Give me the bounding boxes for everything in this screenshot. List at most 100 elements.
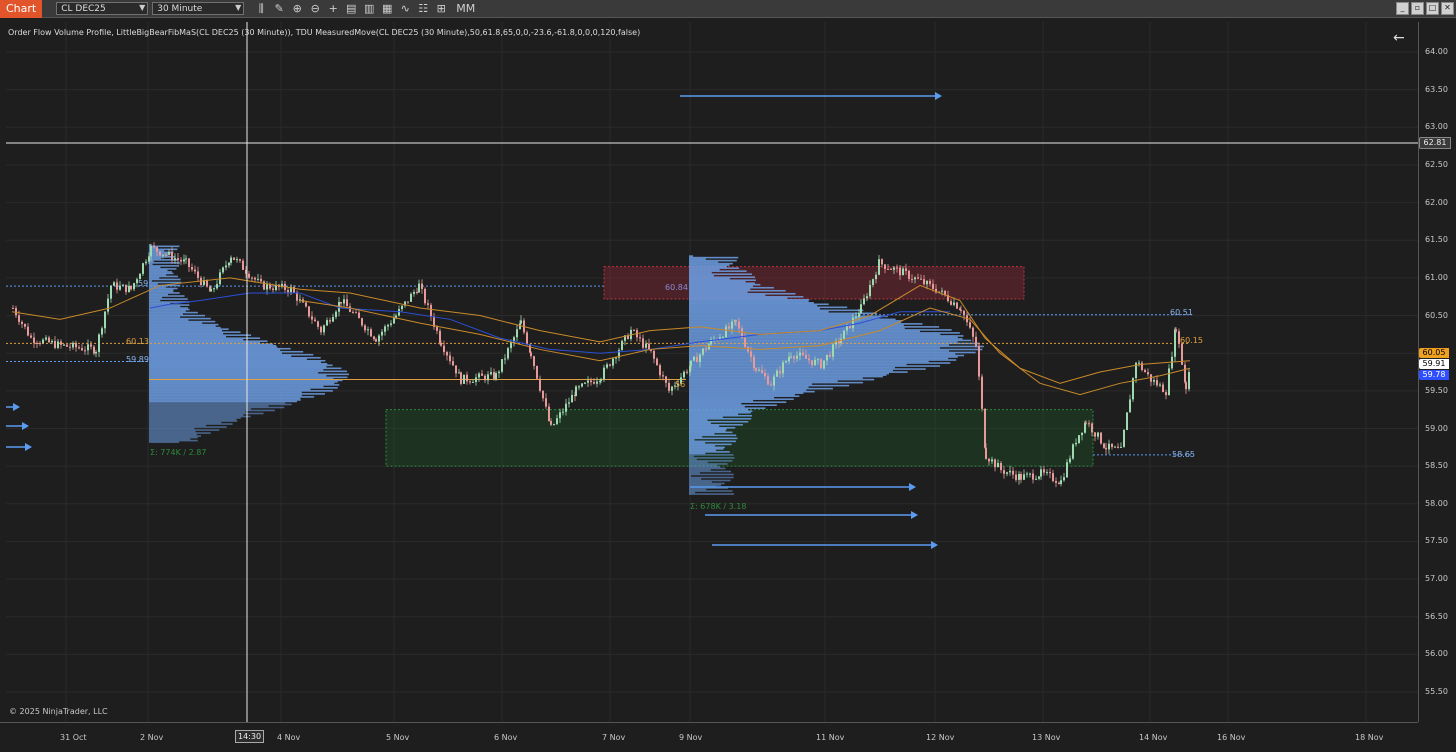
candle-body (42, 339, 44, 344)
candle-body (30, 335, 32, 338)
candle-body (1120, 446, 1122, 448)
candle-body (550, 420, 552, 425)
price-chart-panel[interactable] (6, 22, 1418, 722)
candle-body (519, 323, 521, 330)
candle-body (770, 384, 772, 386)
restore-button[interactable]: ▫ (1411, 2, 1424, 15)
candle-body (823, 360, 825, 369)
candle-body (63, 344, 65, 346)
candle-body (1168, 368, 1170, 396)
templates-icon[interactable]: ▥ (360, 2, 378, 15)
candle-body (346, 299, 348, 307)
level-label-59-89: 59.89 (126, 355, 149, 364)
candle-body (659, 365, 661, 376)
candle-body (633, 329, 635, 331)
arrow-left-icon[interactable]: ← (1393, 30, 1405, 46)
chevron-down-icon: ▼ (139, 3, 146, 12)
chart-canvas[interactable] (6, 22, 1418, 722)
candle-body (908, 270, 910, 279)
indicators-icon[interactable]: ∿ (396, 2, 414, 15)
candle-body (890, 268, 892, 270)
candle-body (562, 411, 564, 413)
candle-body (416, 292, 418, 294)
candle-body (1165, 392, 1167, 396)
candle-body (228, 262, 230, 266)
candle-body (1078, 435, 1080, 443)
candle-body (750, 351, 752, 357)
price-tick-label: 62.50 (1425, 159, 1448, 169)
time-tick-label: 2 Nov (140, 733, 164, 742)
candle-body (180, 259, 182, 262)
properties-icon[interactable]: ☷ (414, 2, 432, 15)
mm-label[interactable]: MM (456, 2, 475, 15)
candle-body (148, 256, 150, 262)
time-axis[interactable]: 31 Oct 2 Nov 4 Nov 5 Nov 6 Nov 7 Nov 9 Nov 11 N… (0, 722, 1418, 752)
candle-body (1066, 462, 1068, 478)
candle-body (683, 371, 685, 378)
candle-body (705, 348, 707, 350)
crosshair-time-tag: 14:30 (235, 730, 265, 743)
candle-body (878, 259, 880, 275)
price-tick-label: 57.00 (1425, 574, 1448, 584)
candle-body (725, 326, 727, 338)
candle-body (87, 344, 89, 351)
candle-body (72, 342, 74, 348)
price-tag: 59.78 (1419, 370, 1449, 380)
candle-body (621, 340, 623, 350)
candle-body (1023, 474, 1025, 480)
candle-body (796, 355, 798, 359)
minimize-button[interactable]: _ (1396, 2, 1409, 15)
candle-body (370, 329, 372, 337)
zoom-out-icon[interactable]: ⊖ (306, 2, 324, 15)
maximize-button[interactable]: □ (1426, 2, 1439, 15)
projection-arrow-2-head (909, 483, 916, 491)
candle-body (90, 344, 92, 347)
candle-body (455, 365, 457, 374)
instrument-selector[interactable]: CL DEC25 ▼ (56, 2, 149, 15)
candle-body (542, 390, 544, 399)
candle-body (753, 356, 755, 369)
candle-body (539, 378, 541, 391)
candle-body (510, 342, 512, 349)
candle-body (860, 304, 862, 314)
chart-trader-icon[interactable]: ⊞ (432, 2, 450, 15)
candle-body (1072, 444, 1074, 459)
candle-body (340, 301, 342, 304)
candle-body (722, 337, 724, 339)
candle-body (142, 263, 144, 274)
candle-body (206, 280, 208, 287)
crosshair-icon[interactable]: + (324, 2, 342, 15)
crosshair-price-tag: 62.81 (1419, 137, 1451, 149)
bar-type-icon[interactable]: ⫼ (252, 2, 270, 16)
interval-selector[interactable]: 30 Minute ▼ (152, 2, 245, 15)
data-box-icon[interactable]: ▤ (342, 2, 360, 15)
level-label-60-51: 60.51 (1170, 308, 1193, 317)
strategies-icon[interactable]: ▦ (378, 2, 396, 15)
candle-body (266, 284, 268, 290)
zoom-in-icon[interactable]: ⊕ (288, 2, 306, 15)
close-button[interactable]: ✕ (1441, 2, 1454, 15)
candle-body (125, 284, 127, 293)
candle-body (1032, 473, 1034, 480)
candle-body (381, 331, 383, 336)
candle-body (230, 257, 232, 263)
draw-icon[interactable]: ✎ (270, 2, 288, 15)
candle-body (326, 320, 328, 326)
candle-body (101, 328, 103, 335)
candle-body (449, 355, 451, 362)
candle-body (472, 381, 474, 383)
candle-body (458, 372, 460, 374)
candle-body (1117, 446, 1119, 448)
candle-body (452, 361, 454, 366)
level-label-60-15: 60.15 (1180, 336, 1203, 345)
candle-body (314, 319, 316, 322)
candle-body (997, 462, 999, 468)
chart-tab[interactable]: Chart (0, 0, 43, 18)
candle-body (119, 285, 121, 290)
candle-body (953, 302, 955, 305)
candle-body (984, 408, 986, 448)
candle-body (436, 326, 438, 331)
candle-body (1009, 470, 1011, 473)
candle-body (668, 382, 670, 391)
candle-body (122, 284, 124, 286)
